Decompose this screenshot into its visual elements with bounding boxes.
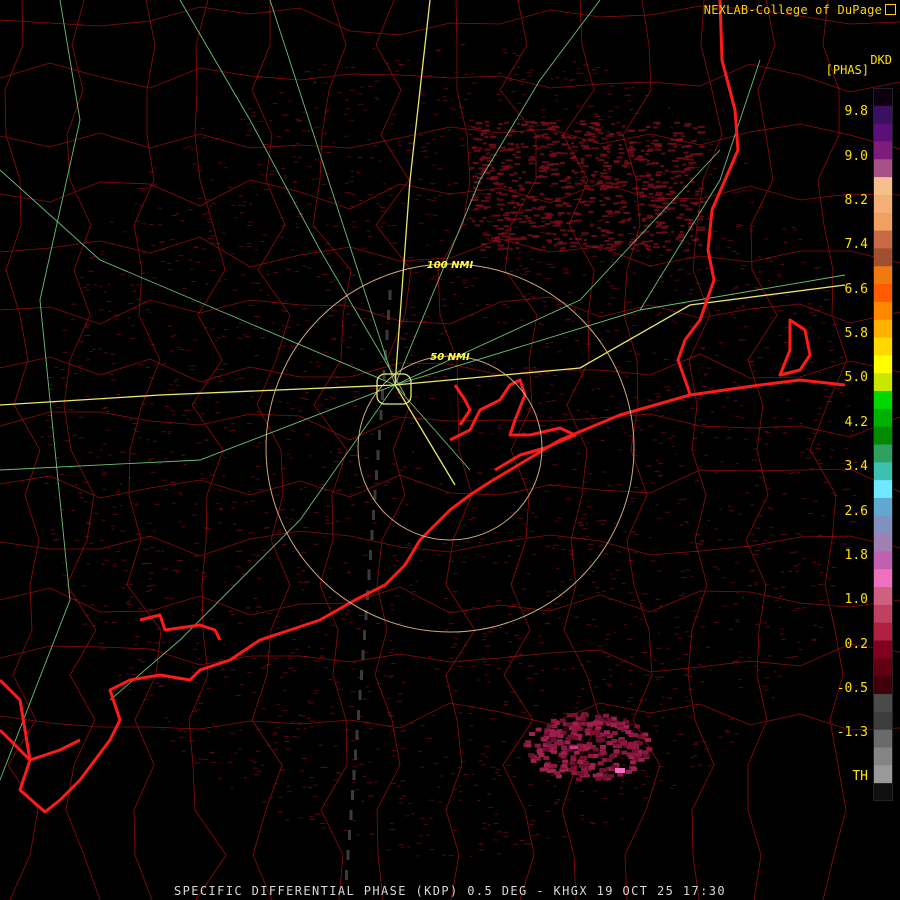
color-step (873, 408, 893, 428)
scale-label: 4.2 (844, 415, 868, 430)
color-step (873, 212, 893, 232)
color-step (873, 426, 893, 445)
color-step (873, 747, 893, 766)
external-link-icon[interactable] (885, 4, 896, 15)
color-step (873, 230, 893, 249)
color-step (873, 783, 893, 801)
color-step (873, 194, 893, 214)
scale-label: -1.3 (836, 725, 868, 740)
color-step (873, 497, 893, 517)
color-step (873, 587, 893, 606)
product-footer: SPECIFIC DIFFERENTIAL PHASE (KDP) 0.5 DE… (174, 884, 726, 898)
scale-label: 9.0 (844, 149, 868, 164)
scale-label: 9.8 (844, 104, 868, 119)
scale-label: 1.0 (844, 592, 868, 607)
color-step (873, 640, 893, 659)
scale-label: 5.0 (844, 370, 868, 385)
color-step (873, 301, 893, 321)
color-step (873, 373, 893, 392)
color-step (873, 462, 893, 481)
product-code: DKD (870, 53, 892, 67)
range-ring-label: 100 NMI (427, 260, 474, 271)
color-step (873, 284, 893, 303)
color-step (873, 248, 893, 267)
scale-label: 7.4 (844, 237, 868, 252)
color-step (873, 694, 893, 713)
color-step (873, 141, 893, 160)
scale-label: 5.8 (844, 326, 868, 341)
scale-label: 3.4 (844, 459, 868, 474)
color-step (873, 444, 893, 463)
credit-text: NEXLAB-College of DuPage (703, 3, 882, 17)
scale-label: TH (852, 769, 868, 784)
units-label: [PHAS] (825, 63, 869, 77)
scale-label: -0.5 (836, 681, 868, 696)
scale-label: 1.8 (844, 548, 868, 563)
color-step (873, 515, 893, 535)
color-step (873, 391, 893, 410)
scale-label: 0.2 (844, 637, 868, 652)
range-ring-label: 50 NMI (430, 352, 470, 363)
color-step (873, 676, 893, 695)
color-step (873, 622, 893, 642)
color-step (873, 105, 893, 125)
color-step (873, 319, 893, 339)
color-step (873, 711, 893, 731)
color-step (873, 337, 893, 356)
color-step (873, 569, 893, 588)
color-step (873, 765, 893, 784)
color-step (873, 729, 893, 749)
color-step (873, 88, 893, 107)
color-step (873, 551, 893, 570)
color-step (873, 177, 893, 196)
color-step (873, 604, 893, 624)
color-step (873, 266, 893, 285)
scale-label: 8.2 (844, 193, 868, 208)
scale-label: 6.6 (844, 282, 868, 297)
scale-label: 2.6 (844, 504, 868, 519)
color-step (873, 658, 893, 677)
color-step (873, 533, 893, 552)
radar-map: 50 NMI 100 NMI (0, 0, 900, 900)
nexlab-credit[interactable]: NEXLAB-College of DuPage (704, 3, 896, 17)
color-step (873, 159, 893, 178)
color-step (873, 123, 893, 142)
color-scale-bar (873, 88, 893, 801)
color-step (873, 355, 893, 374)
color-step (873, 480, 893, 499)
